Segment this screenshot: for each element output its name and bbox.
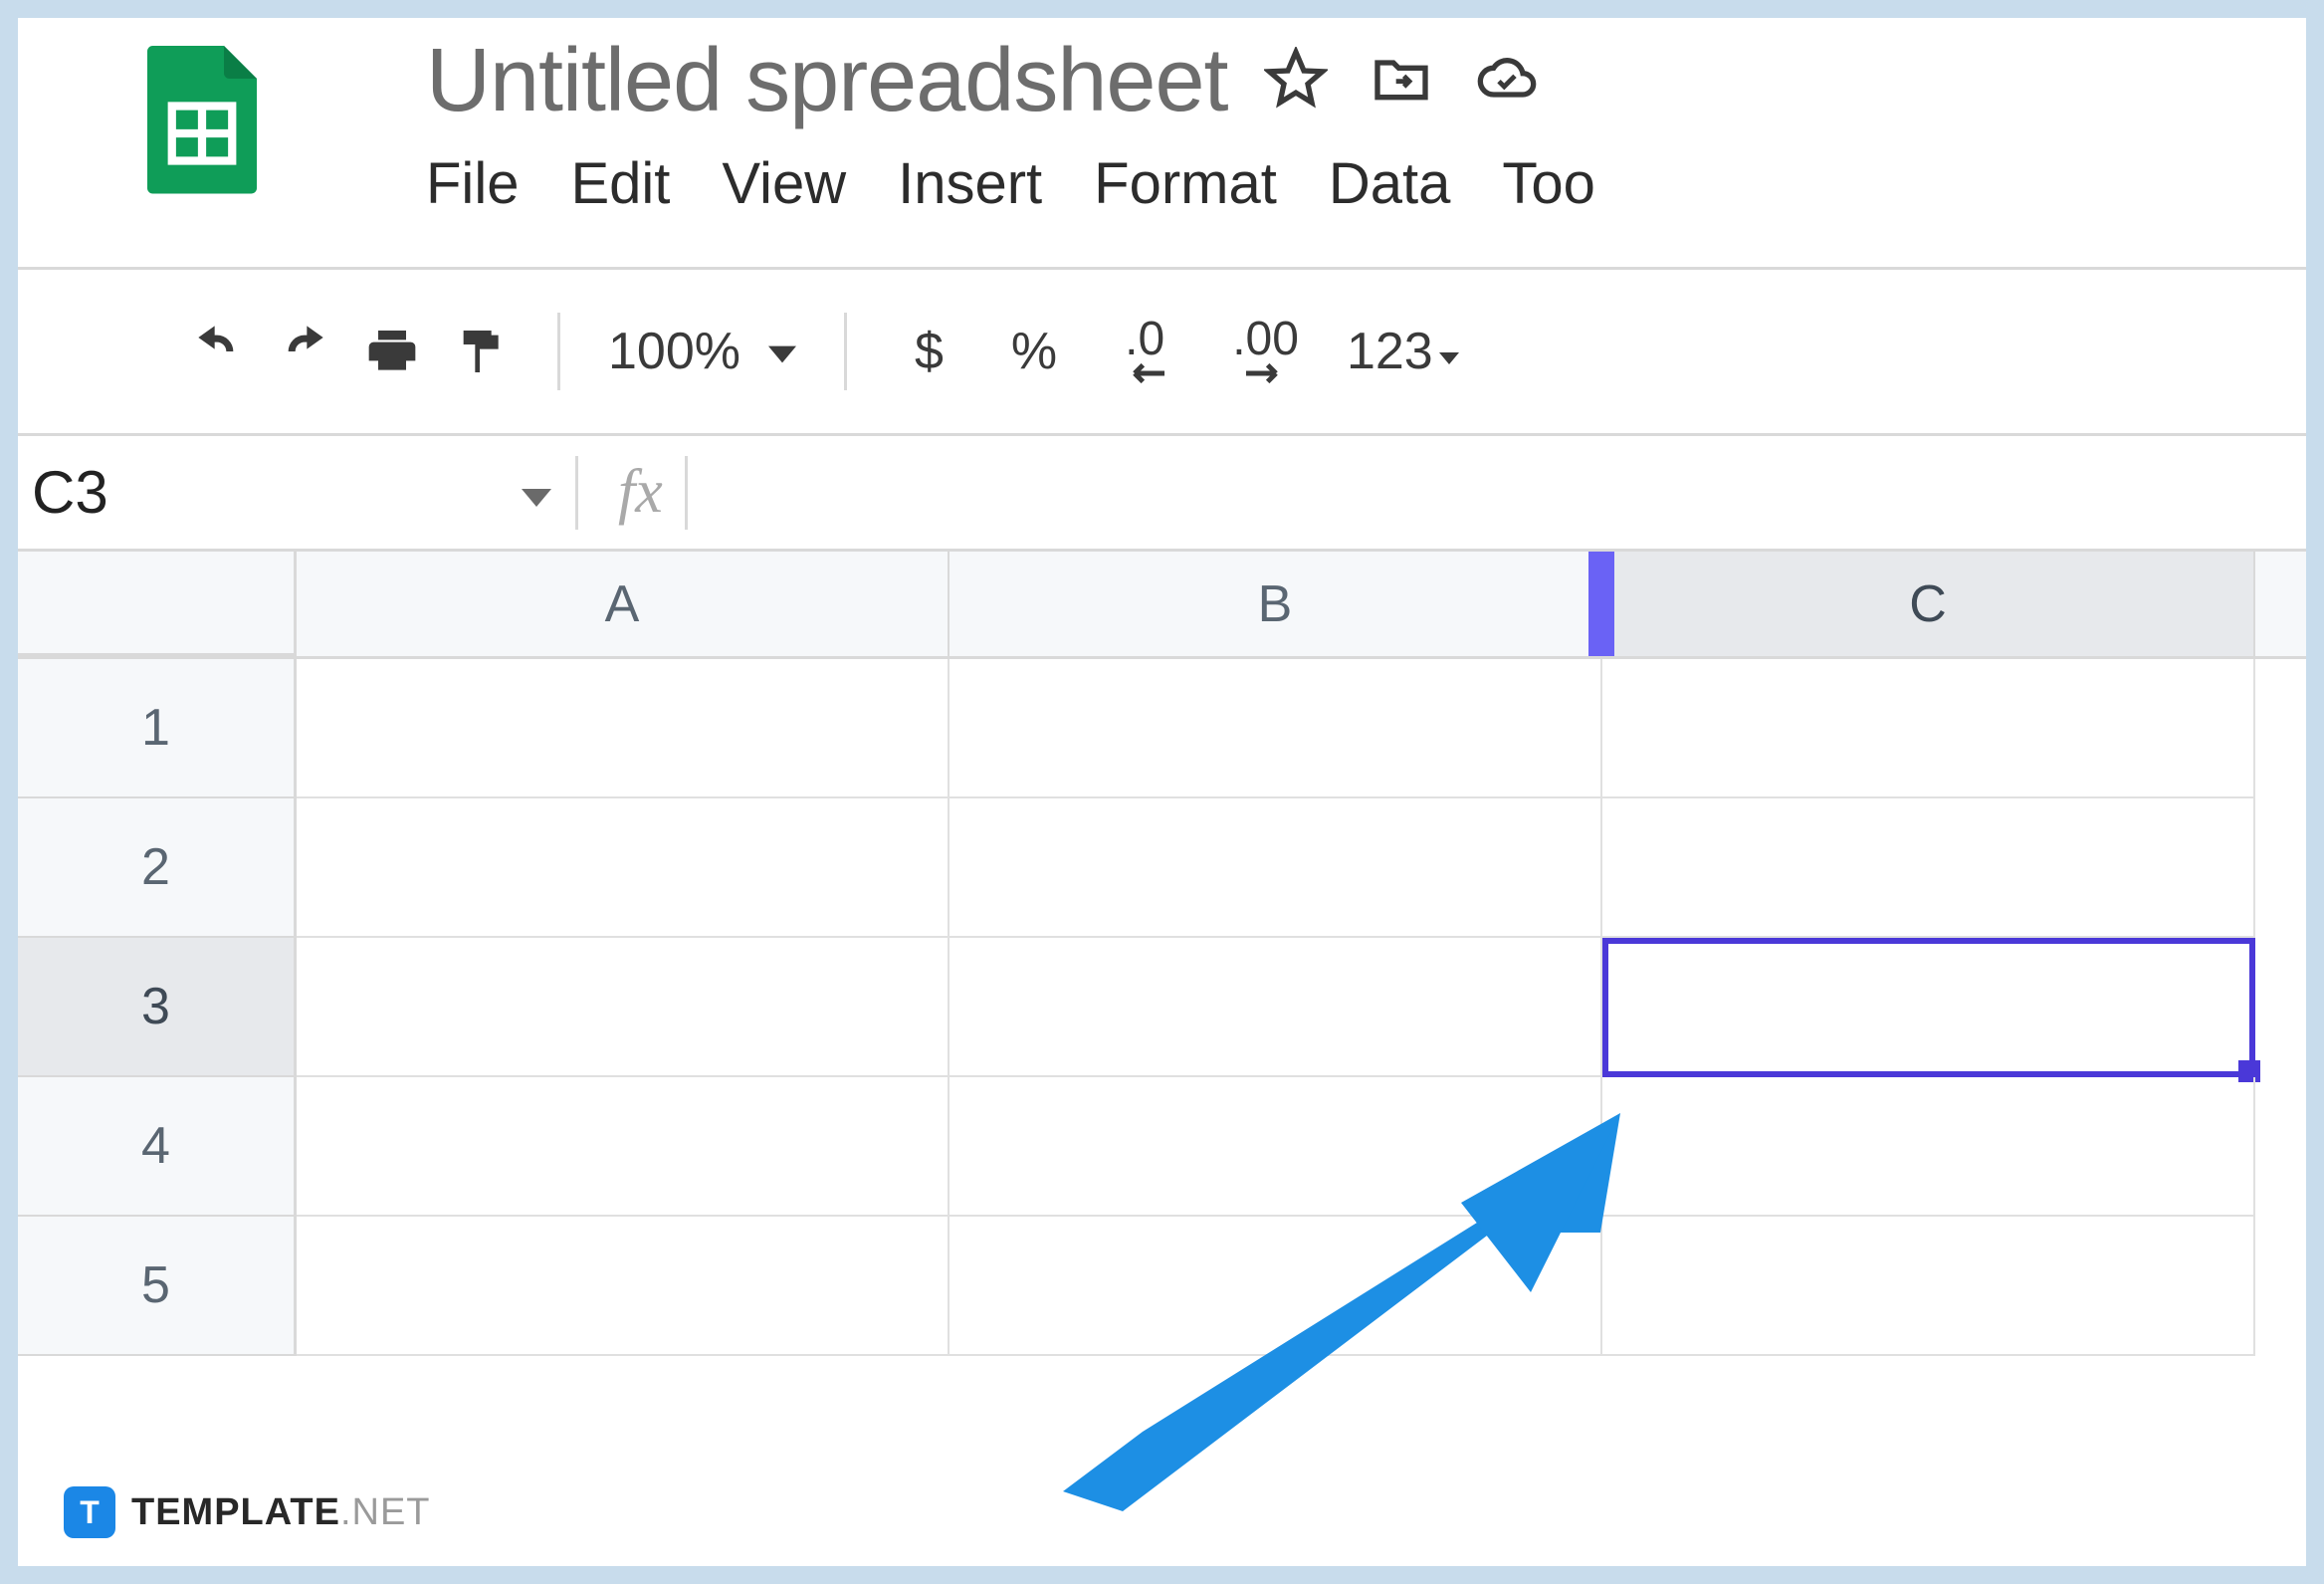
cell-b4[interactable] (950, 1077, 1602, 1217)
row-header-4[interactable]: 4 (18, 1077, 297, 1217)
cell-b2[interactable] (950, 798, 1602, 938)
column-header-b[interactable]: B (950, 552, 1602, 656)
cell-a3[interactable] (297, 938, 950, 1077)
menu-insert[interactable]: Insert (898, 150, 1042, 217)
redo-icon[interactable] (275, 322, 334, 381)
column-header-c[interactable]: C (1602, 552, 2255, 656)
menu-view[interactable]: View (722, 150, 846, 217)
number-format-dropdown[interactable]: 123 (1347, 322, 1459, 381)
cell-c1[interactable] (1602, 659, 2255, 798)
toolbar: 100% $ % .0 .00 123 (18, 267, 2306, 436)
watermark: T TEMPLATE.NET (64, 1486, 431, 1538)
cell-b1[interactable] (950, 659, 1602, 798)
document-title[interactable]: Untitled spreadsheet (426, 30, 1228, 132)
cell-c4[interactable] (1602, 1077, 2255, 1217)
menu-tools[interactable]: Too (1502, 150, 1595, 217)
name-box[interactable]: C3 (18, 436, 575, 549)
menu-edit[interactable]: Edit (570, 150, 670, 217)
menu-data[interactable]: Data (1329, 150, 1451, 217)
cell-b5[interactable] (950, 1217, 1602, 1356)
undo-icon[interactable] (187, 322, 247, 381)
watermark-text: TEMPLATE.NET (131, 1491, 431, 1534)
menu-format[interactable]: Format (1094, 150, 1277, 217)
caret-down-icon (768, 322, 796, 381)
header: Untitled spreadsheet File Edit View (18, 18, 2306, 267)
spreadsheet-grid: A B C 1 2 3 4 5 (18, 552, 2306, 1356)
paint-format-icon[interactable] (450, 322, 510, 381)
cloud-status-icon[interactable] (1475, 47, 1539, 115)
menu-file[interactable]: File (426, 150, 519, 217)
zoom-dropdown[interactable]: 100% (608, 322, 796, 381)
format-currency-button[interactable]: $ (895, 322, 963, 381)
toolbar-separator (557, 313, 560, 390)
caret-down-icon (522, 458, 551, 527)
move-folder-icon[interactable] (1370, 47, 1433, 115)
name-box-value: C3 (32, 458, 108, 527)
caret-down-icon (1439, 322, 1459, 381)
decrease-decimal-button[interactable]: .0 (1105, 316, 1184, 388)
cell-c5[interactable] (1602, 1217, 2255, 1356)
app-window: Untitled spreadsheet File Edit View (18, 18, 2306, 1566)
row-header-5[interactable]: 5 (18, 1217, 297, 1356)
separator (685, 456, 688, 530)
row-header-1[interactable]: 1 (18, 659, 297, 798)
formula-bar: C3 fx (18, 436, 2306, 552)
cell-c3[interactable] (1602, 938, 2255, 1077)
cell-b3[interactable] (950, 938, 1602, 1077)
row-2: 2 (18, 798, 2306, 938)
cell-c2[interactable] (1602, 798, 2255, 938)
row-header-2[interactable]: 2 (18, 798, 297, 938)
increase-decimal-button[interactable]: .00 (1212, 316, 1319, 388)
column-headers: A B C (18, 552, 2306, 659)
fx-label: fx (596, 457, 685, 528)
star-icon[interactable] (1264, 47, 1328, 115)
cell-a1[interactable] (297, 659, 950, 798)
separator (575, 456, 578, 530)
format-percent-button[interactable]: % (991, 322, 1077, 381)
menubar: File Edit View Insert Format Data Too (426, 150, 1595, 217)
cell-a2[interactable] (297, 798, 950, 938)
cell-a4[interactable] (297, 1077, 950, 1217)
row-1: 1 (18, 659, 2306, 798)
row-3: 3 (18, 938, 2306, 1077)
zoom-value: 100% (608, 322, 740, 381)
row-4: 4 (18, 1077, 2306, 1217)
cell-a5[interactable] (297, 1217, 950, 1356)
column-header-a[interactable]: A (297, 552, 950, 656)
toolbar-separator (844, 313, 847, 390)
select-all-corner[interactable] (18, 552, 297, 656)
row-header-3[interactable]: 3 (18, 938, 297, 1077)
sheets-logo-icon (147, 46, 257, 195)
print-icon[interactable] (362, 322, 422, 381)
watermark-badge-icon: T (64, 1486, 115, 1538)
row-5: 5 (18, 1217, 2306, 1356)
